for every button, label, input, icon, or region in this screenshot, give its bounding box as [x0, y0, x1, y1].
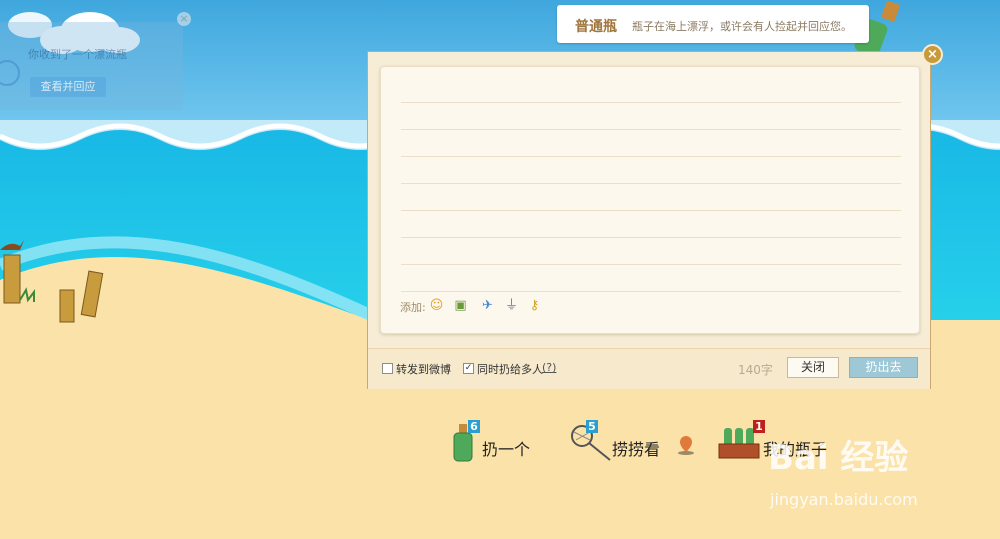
- view-respond-button[interactable]: 查看并回应: [30, 77, 106, 97]
- image-icon[interactable]: ▣: [453, 298, 468, 313]
- watermark-url: jingyan.baidu.com: [770, 490, 918, 509]
- throw-one-label: 扔一个: [482, 440, 531, 459]
- my-bottles-count-badge: 1: [753, 420, 765, 433]
- paper-line: [401, 183, 901, 184]
- paper-line: [401, 210, 901, 211]
- bottle-type-tip: 普通瓶 瓶子在海上漂浮，或许会有人捡起并回应您。: [557, 5, 869, 43]
- message-textarea[interactable]: 添加: ☺ ▣ ✈ ⏚ ⚷: [380, 66, 920, 334]
- forward-weibo-checkbox[interactable]: [382, 363, 393, 374]
- multi-recipient-checkbox[interactable]: ✓: [463, 363, 474, 374]
- fish-action[interactable]: 5 捞捞看: [570, 418, 700, 462]
- throw-button[interactable]: 扔出去: [849, 357, 918, 378]
- paper-line: [401, 291, 901, 292]
- fish-label: 捞捞看: [612, 440, 661, 459]
- close-icon[interactable]: ×: [922, 44, 943, 65]
- location-pin-icon[interactable]: [676, 434, 696, 456]
- forward-weibo-label: 转发到微博: [396, 363, 451, 376]
- close-button[interactable]: 关闭: [787, 357, 839, 378]
- tip-text: 瓶子在海上漂浮，或许会有人捡起并回应您。: [632, 20, 852, 33]
- bottle-composer: × 添加: ☺ ▣ ✈ ⏚ ⚷ 转发到微博 ✓ 同时扔给多人 (?) 140字 …: [367, 44, 943, 389]
- paper-line: [401, 237, 901, 238]
- paper-line: [401, 129, 901, 130]
- paper-line: [401, 264, 901, 265]
- bottle-notification: 你收到了一个漂流瓶 查看并回应: [0, 22, 183, 110]
- paper-line: [401, 102, 901, 103]
- notification-text: 你收到了一个漂流瓶: [28, 48, 127, 61]
- airplane-icon[interactable]: ✈: [480, 298, 495, 313]
- emoji-icon[interactable]: ☺: [429, 298, 444, 313]
- composer-footer: 转发到微博 ✓ 同时扔给多人 (?) 140字 关闭 扔出去: [368, 348, 930, 389]
- key-icon[interactable]: ⚷: [527, 298, 542, 313]
- paper-line: [401, 156, 901, 157]
- help-link[interactable]: (?): [542, 361, 556, 374]
- char-count: 140字: [738, 363, 773, 377]
- multi-recipient-label: 同时扔给多人: [477, 363, 543, 376]
- throw-one-action[interactable]: 6 扔一个: [452, 418, 552, 462]
- watermark-logo: Bai 经验: [768, 438, 909, 478]
- microphone-icon[interactable]: ⏚: [504, 298, 519, 313]
- fish-count-badge: 5: [586, 420, 598, 433]
- tip-title: 普通瓶: [575, 19, 617, 35]
- notification-close-icon[interactable]: ×: [177, 12, 191, 26]
- throw-count-badge: 6: [468, 420, 480, 433]
- bottle-notification-icon: [0, 60, 20, 86]
- attach-label: 添加:: [400, 301, 426, 314]
- baidu-watermark: Bai 经验 jingyan.baidu.com: [768, 430, 998, 520]
